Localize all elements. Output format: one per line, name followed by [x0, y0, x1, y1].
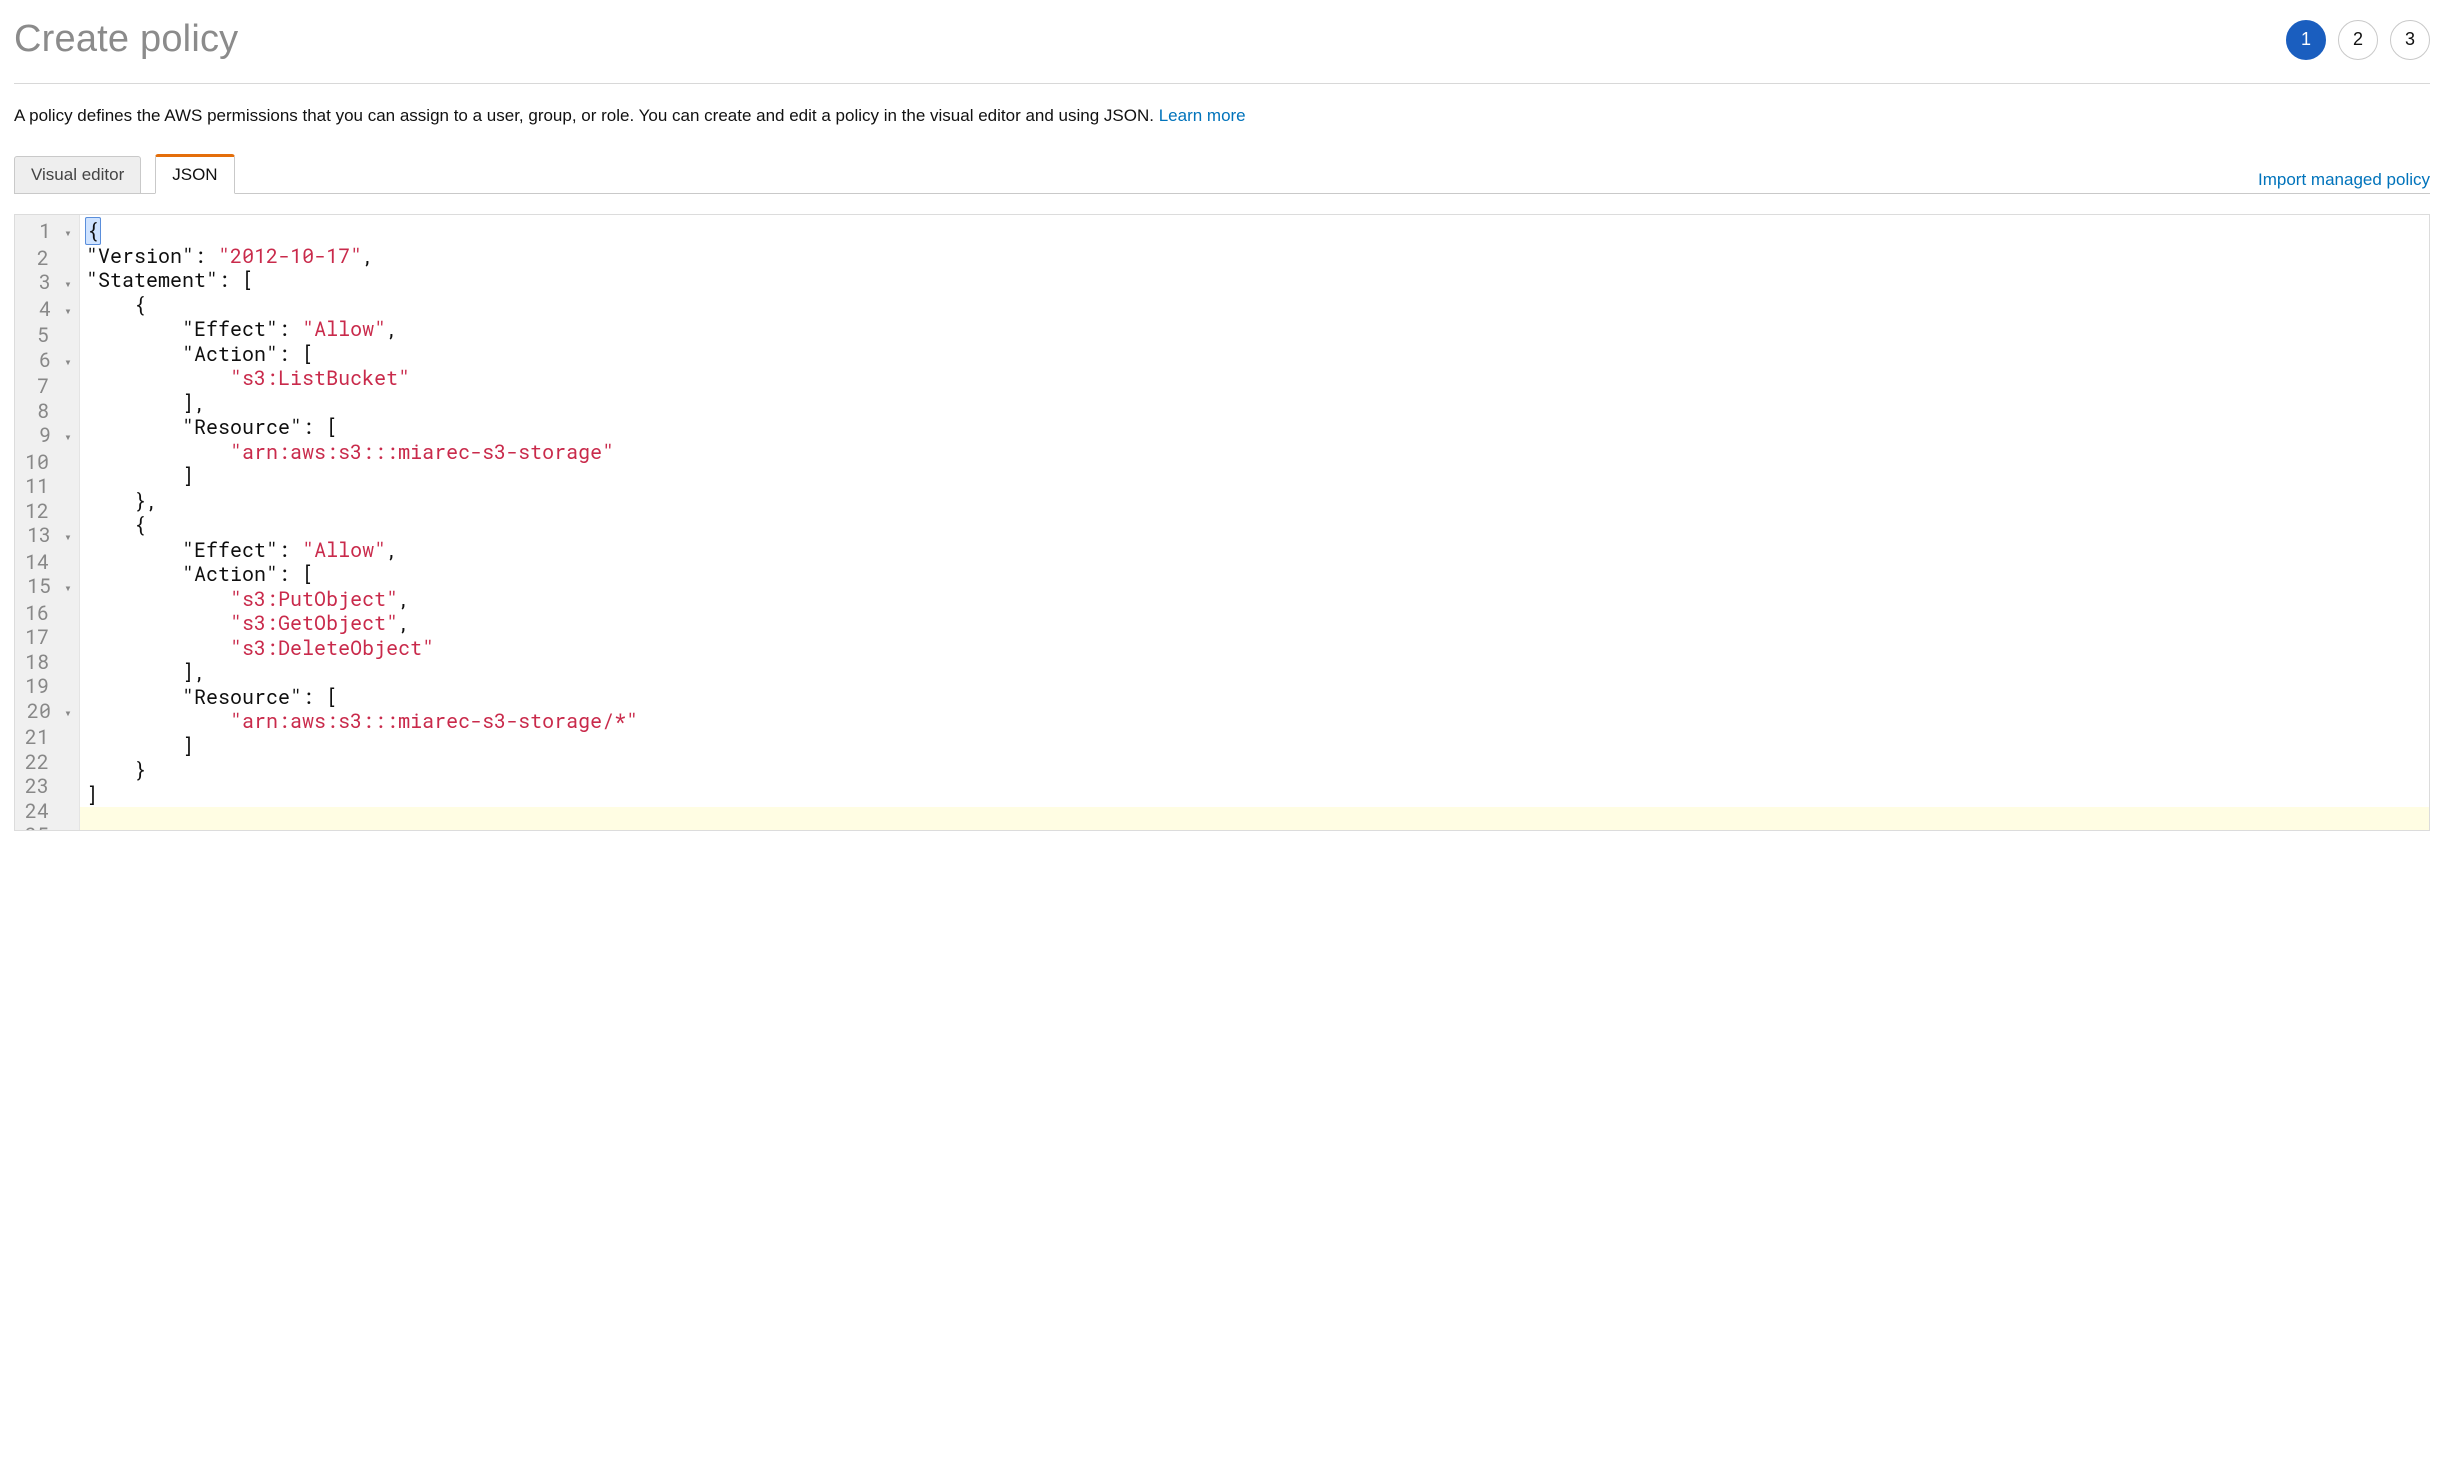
gutter-line: 8 [25, 399, 73, 424]
editor-code-area[interactable]: {"Version": "2012-10-17","Statement": [ … [80, 215, 2429, 830]
code-line[interactable]: ] [86, 783, 2429, 808]
gutter-line: 25 [25, 823, 73, 830]
code-line[interactable]: "arn:aws:s3:::miarec-s3-storage/*" [86, 709, 2429, 734]
gutter-line: 4 ▾ [25, 297, 73, 324]
gutter-line: 1 ▾ [25, 219, 73, 246]
code-line[interactable]: { [86, 293, 2429, 318]
wizard-step-2[interactable]: 2 [2338, 20, 2378, 60]
fold-toggle-icon[interactable]: ▾ [63, 425, 73, 450]
gutter-line: 3 ▾ [25, 270, 73, 297]
gutter-line: 23 [25, 774, 73, 799]
code-line[interactable]: "Action": [ [86, 562, 2429, 587]
policy-json-editor[interactable]: 1 ▾ 2 3 ▾ 4 ▾ 5 6 ▾ 7 8 9 ▾10 11 12 13 ▾… [14, 214, 2430, 831]
code-line[interactable]: }, [86, 489, 2429, 514]
code-line[interactable]: ] [86, 734, 2429, 759]
code-line[interactable]: ] [86, 464, 2429, 489]
gutter-line: 9 ▾ [25, 423, 73, 450]
policy-description: A policy defines the AWS permissions tha… [14, 106, 2430, 126]
gutter-line: 7 [25, 374, 73, 399]
header: Create policy 123 [14, 18, 2430, 83]
gutter-line: 19 [25, 674, 73, 699]
code-line[interactable]: "Effect": "Allow", [86, 317, 2429, 342]
code-line[interactable]: ], [86, 660, 2429, 685]
gutter-line: 16 [25, 601, 73, 626]
gutter-line: 12 [25, 499, 73, 524]
fold-toggle-icon[interactable]: ▾ [63, 299, 73, 324]
gutter-line: 20 ▾ [25, 699, 73, 726]
tabbar-underline [14, 193, 2430, 194]
learn-more-link[interactable]: Learn more [1159, 106, 1246, 125]
code-line[interactable]: ], [86, 391, 2429, 416]
code-line[interactable]: "s3:GetObject", [86, 611, 2429, 636]
gutter-line: 22 [25, 750, 73, 775]
import-managed-policy-link[interactable]: Import managed policy [2258, 170, 2430, 190]
fold-toggle-icon[interactable]: ▾ [63, 525, 73, 550]
fold-toggle-icon[interactable]: ▾ [63, 350, 73, 375]
gutter-line: 18 [25, 650, 73, 675]
tab-visual-editor[interactable]: Visual editor [14, 156, 141, 194]
editor-tabs: Visual editor JSON [14, 154, 235, 194]
code-line[interactable]: "Resource": [ [86, 415, 2429, 440]
code-line[interactable]: "Statement": [ [86, 268, 2429, 293]
gutter-line: 2 [25, 246, 73, 271]
code-line[interactable]: } [86, 758, 2429, 783]
code-line[interactable]: } [86, 807, 2429, 830]
code-line[interactable]: "Action": [ [86, 342, 2429, 367]
gutter-line: 14 [25, 550, 73, 575]
gutter-line: 24 [25, 799, 73, 824]
gutter-line: 17 [25, 625, 73, 650]
header-separator [14, 83, 2430, 84]
fold-toggle-icon[interactable]: ▾ [63, 576, 73, 601]
gutter-line: 5 [25, 323, 73, 348]
page-title: Create policy [14, 18, 238, 61]
code-line[interactable]: "s3:ListBucket" [86, 366, 2429, 391]
code-line[interactable]: "s3:DeleteObject" [86, 636, 2429, 661]
code-line[interactable]: "arn:aws:s3:::miarec-s3-storage" [86, 440, 2429, 465]
fold-toggle-icon[interactable]: ▾ [63, 221, 73, 246]
gutter-line: 13 ▾ [25, 523, 73, 550]
tab-json[interactable]: JSON [155, 154, 234, 194]
gutter-line: 6 ▾ [25, 348, 73, 375]
code-line[interactable]: "Version": "2012-10-17", [86, 244, 2429, 269]
wizard-step-1[interactable]: 1 [2286, 20, 2326, 60]
gutter-line: 11 [25, 474, 73, 499]
policy-description-text: A policy defines the AWS permissions tha… [14, 106, 1159, 125]
gutter-line: 10 [25, 450, 73, 475]
code-line[interactable]: { [86, 219, 2429, 244]
editor-gutter: 1 ▾ 2 3 ▾ 4 ▾ 5 6 ▾ 7 8 9 ▾10 11 12 13 ▾… [15, 215, 80, 830]
code-line[interactable]: { [86, 513, 2429, 538]
fold-toggle-icon[interactable]: ▾ [63, 272, 73, 297]
wizard-steps: 123 [2286, 20, 2430, 60]
code-line[interactable]: "Resource": [ [86, 685, 2429, 710]
wizard-step-3[interactable]: 3 [2390, 20, 2430, 60]
code-line[interactable]: "Effect": "Allow", [86, 538, 2429, 563]
fold-toggle-icon[interactable]: ▾ [63, 701, 73, 726]
code-line[interactable]: "s3:PutObject", [86, 587, 2429, 612]
gutter-line: 15 ▾ [25, 574, 73, 601]
gutter-line: 21 [25, 725, 73, 750]
